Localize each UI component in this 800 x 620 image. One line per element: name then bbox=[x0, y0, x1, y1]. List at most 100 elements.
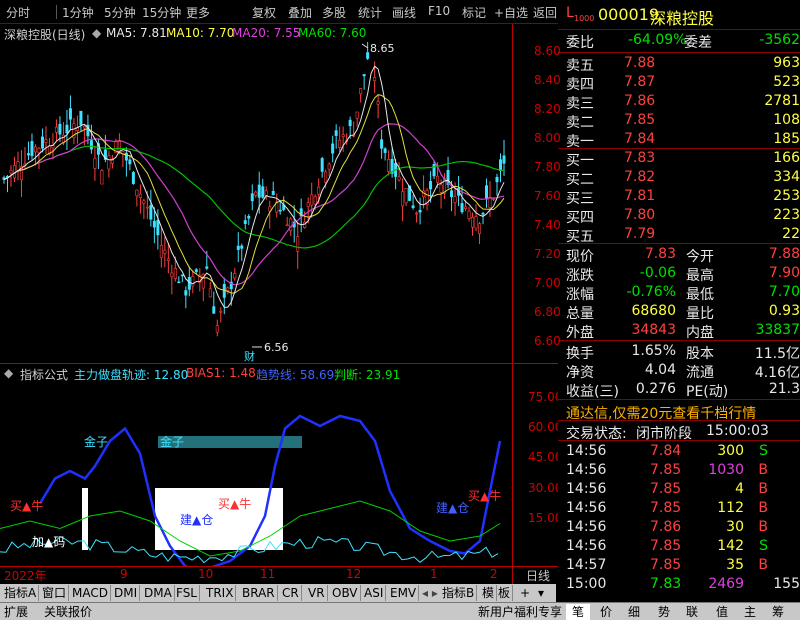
toolbar-item[interactable]: 分时 bbox=[6, 4, 30, 21]
weicha-label: 委差 bbox=[684, 35, 712, 51]
toolbar-item[interactable]: +自选 bbox=[494, 4, 528, 21]
stat-label: 涨跌 bbox=[566, 268, 594, 284]
level-volume: 22 bbox=[782, 226, 800, 242]
promo-link[interactable]: 新用户福利专享 bbox=[478, 604, 562, 620]
weicha-value: -3562 bbox=[759, 32, 800, 48]
tab-mo[interactable]: 模 bbox=[480, 585, 498, 601]
tab-price[interactable]: 价 bbox=[594, 604, 618, 620]
toolbar-item[interactable]: 返回 bbox=[533, 4, 557, 21]
tab-macd[interactable]: MACD bbox=[70, 585, 111, 601]
tick-direction: S bbox=[759, 538, 768, 554]
tab-value[interactable]: 值 bbox=[710, 604, 734, 620]
year-label: 2022年 bbox=[4, 569, 47, 583]
trade-time: 15:00:03 bbox=[706, 423, 769, 439]
tab-obv[interactable]: OBV bbox=[330, 585, 361, 601]
stat-label: 最高 bbox=[686, 268, 714, 284]
tab-indicator-a[interactable]: 指标A bbox=[2, 585, 40, 601]
indicator-tabs: 指标A 窗口 MACD DMI DMA FSL TRIX BRAR CR VR … bbox=[0, 584, 556, 602]
tab-cr[interactable]: CR bbox=[280, 585, 302, 601]
stat-label: 总量 bbox=[566, 306, 594, 322]
toolbar-item[interactable]: 1分钟 bbox=[62, 4, 94, 21]
level-price: 7.79 bbox=[624, 226, 656, 242]
tab-dma[interactable]: DMA bbox=[142, 585, 175, 601]
stat-row: 外盘 34843 内盘 33837 bbox=[566, 321, 800, 341]
more-tabs-icon[interactable]: ◂ ▸ bbox=[420, 585, 440, 601]
tab-dmi[interactable]: DMI bbox=[112, 585, 141, 601]
order-book-sell-row: 卖五 7.88 963 bbox=[566, 54, 800, 74]
level-label: 卖三 bbox=[566, 96, 594, 112]
tick-volume: 1030 bbox=[708, 462, 744, 478]
tick-price: 7.85 bbox=[650, 557, 682, 573]
price-tick: 8.40 bbox=[534, 73, 561, 87]
order-book-sell-row: 卖四 7.87 523 bbox=[566, 73, 800, 93]
tab-indicator-b[interactable]: 指标B bbox=[440, 585, 478, 601]
toolbar-item[interactable]: 多股 bbox=[322, 4, 346, 21]
stat-label: 收益(三) bbox=[566, 384, 619, 400]
tab-emv[interactable]: EMV bbox=[388, 585, 420, 601]
stat-value: 0.93 bbox=[768, 303, 800, 319]
chevron-down-icon[interactable]: ◆ bbox=[4, 366, 13, 380]
stat-value: 7.88 bbox=[768, 246, 800, 262]
stat-label: 涨幅 bbox=[566, 287, 594, 303]
tick-time: 14:56 bbox=[566, 500, 607, 516]
tab-asi[interactable]: ASI bbox=[362, 585, 387, 601]
tab-linked[interactable]: 联 bbox=[680, 604, 704, 620]
tab-trend[interactable]: 势 bbox=[652, 604, 676, 620]
toolbar-item[interactable]: 5分钟 bbox=[104, 4, 136, 21]
toolbar-item[interactable]: 更多 bbox=[186, 4, 210, 21]
tab-ban[interactable]: 板 bbox=[496, 585, 514, 601]
tab-window[interactable]: 窗口 bbox=[40, 585, 70, 601]
tick-row: 14:57 7.85 35 B bbox=[566, 556, 800, 576]
chevron-down-icon[interactable]: ◆ bbox=[92, 26, 101, 40]
toolbar-item[interactable]: F10 bbox=[428, 4, 450, 18]
indicator-chart[interactable]: 金子 买▲牛 加▲码 建▲仓 买▲牛 买▲牛 建▲仓 金子 bbox=[0, 382, 512, 566]
level-label: 买三 bbox=[566, 191, 594, 207]
stat-row: 净资 4.04 流通 4.16亿 bbox=[566, 361, 800, 381]
order-book-buy-row: 买五 7.79 22 bbox=[566, 225, 800, 245]
month-label: 11 bbox=[260, 567, 276, 581]
tab-detail[interactable]: 细 bbox=[622, 604, 646, 620]
level-volume: 963 bbox=[773, 55, 800, 71]
expand-button[interactable]: 扩展 bbox=[4, 604, 28, 620]
stat-value: -0.06 bbox=[639, 265, 676, 281]
related-quote-button[interactable]: 关联报价 bbox=[44, 604, 92, 620]
toolbar-item[interactable]: 复权 bbox=[252, 4, 276, 21]
tab-vr[interactable]: VR bbox=[306, 585, 328, 601]
add-icon[interactable]: + bbox=[518, 585, 532, 601]
candlestick-chart[interactable]: 8.65 6.56 财 bbox=[0, 42, 512, 362]
tab-fsl[interactable]: FSL bbox=[174, 585, 200, 601]
stat-value: 4.04 bbox=[644, 362, 676, 378]
ma10-legend: MA10: 7.70 bbox=[166, 26, 235, 40]
period-label[interactable]: 日线 bbox=[526, 567, 550, 584]
tab-trades[interactable]: 笔 bbox=[566, 604, 590, 620]
tick-price: 7.85 bbox=[650, 500, 682, 516]
order-book-sell-row: 卖一 7.84 185 bbox=[566, 130, 800, 150]
tab-trix[interactable]: TRIX bbox=[204, 585, 237, 601]
tick-volume: 30 bbox=[726, 519, 744, 535]
main-chart-legend: 深粮控股(日线) ◆ MA5: 7.81 MA10: 7.70 MA20: 7.… bbox=[0, 24, 512, 42]
chevron-up-icon[interactable]: ▾ bbox=[536, 585, 546, 601]
order-book-buy-row: 买三 7.81 253 bbox=[566, 187, 800, 207]
tab-chips[interactable]: 筹 bbox=[766, 604, 790, 620]
toolbar-item[interactable]: 叠加 bbox=[288, 4, 312, 21]
ad-banner[interactable]: 通达信,仅需20元查看千档行情 bbox=[566, 402, 800, 422]
price-tick: 8.20 bbox=[534, 102, 561, 116]
quote-panel: L 1000 000019 深粮控股 委比 -64.09% 委差 -3562 通… bbox=[558, 0, 800, 602]
tab-brar[interactable]: BRAR bbox=[240, 585, 278, 601]
toolbar-item[interactable]: 标记 bbox=[462, 4, 486, 21]
level-price: 7.84 bbox=[624, 131, 656, 147]
level-volume: 334 bbox=[773, 169, 800, 185]
tab-main[interactable]: 主 bbox=[738, 604, 762, 620]
toolbar-item[interactable]: 画线 bbox=[392, 4, 416, 21]
tick-time: 14:56 bbox=[566, 538, 607, 554]
level-price: 7.80 bbox=[624, 207, 656, 223]
add-position-label: 加▲码 bbox=[32, 535, 65, 549]
level-price: 7.85 bbox=[624, 112, 656, 128]
toolbar-item[interactable]: 15分钟 bbox=[142, 4, 181, 21]
tick-time: 14:57 bbox=[566, 557, 607, 573]
price-tick: 6.80 bbox=[534, 305, 561, 319]
month-label: 1 bbox=[430, 567, 438, 581]
toolbar-item[interactable]: 统计 bbox=[358, 4, 382, 21]
tick-price: 7.85 bbox=[650, 462, 682, 478]
tick-direction: B bbox=[758, 557, 768, 573]
